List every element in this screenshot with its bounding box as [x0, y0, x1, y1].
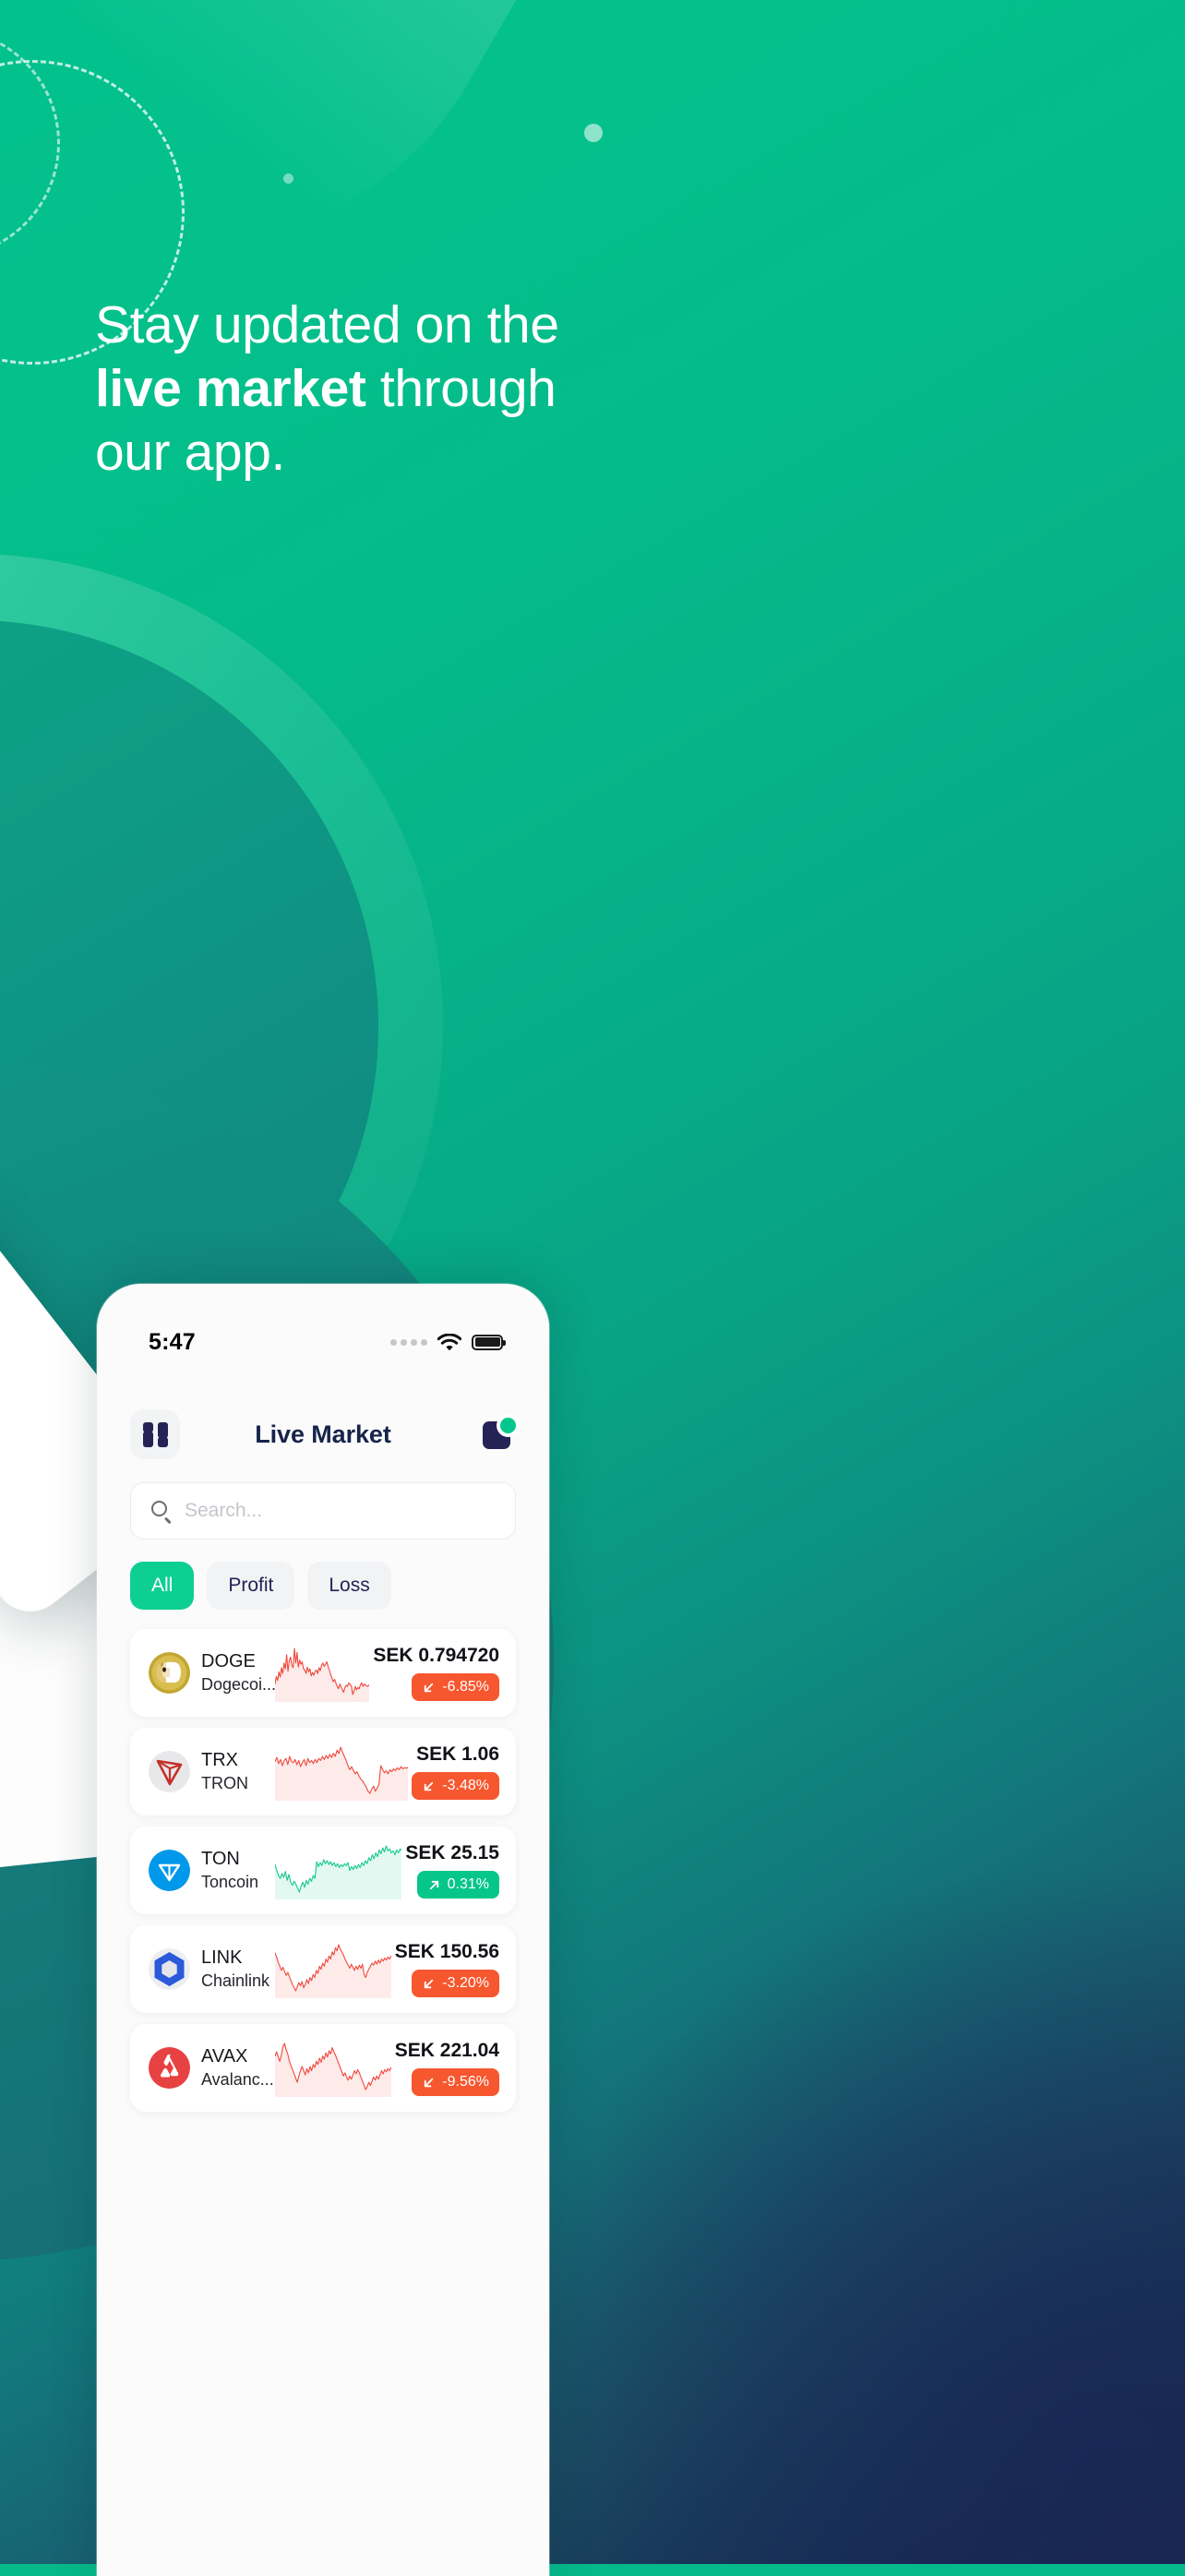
- filter-chip-group: All Profit Loss: [130, 1562, 391, 1610]
- notification-button[interactable]: [466, 1418, 516, 1451]
- search-bar[interactable]: [130, 1482, 516, 1540]
- coin-sparkline-chart: [275, 1645, 370, 1702]
- coin-identity: TON Toncoin: [201, 1849, 273, 1892]
- coin-price: SEK 150.56: [394, 1941, 499, 1962]
- coin-name: Toncoin: [201, 1873, 259, 1891]
- coin-symbol: LINK: [201, 1947, 243, 1968]
- coin-sparkline-chart: [275, 1842, 402, 1899]
- coin-price: SEK 1.06: [416, 1743, 499, 1765]
- decor-circle-outline: [40, 1368, 82, 1410]
- coin-list: DOGE Dogecoi... SEK 0.794720 -6.85% TRX TRON S…: [130, 1629, 516, 2112]
- coin-metrics: SEK 0.794720 -6.85%: [373, 1645, 499, 1701]
- coin-identity: LINK Chainlink: [201, 1947, 273, 1991]
- signal-dots-icon: [390, 1338, 427, 1346]
- coin-symbol: DOGE: [201, 1651, 256, 1671]
- coin-name: Avalanc...: [201, 2070, 274, 2089]
- coin-metrics: SEK 25.15 0.31%: [405, 1842, 499, 1899]
- coin-price: SEK 221.04: [394, 2040, 499, 2061]
- coin-symbol: TRX: [201, 1750, 238, 1770]
- coin-change-value: -3.20%: [442, 1975, 489, 1991]
- coin-row[interactable]: DOGE Dogecoi... SEK 0.794720 -6.85%: [130, 1629, 516, 1717]
- dogecoin-logo: [149, 1652, 190, 1694]
- toncoin-logo: [149, 1850, 190, 1891]
- coin-identity: AVAX Avalanc...: [201, 2046, 274, 2090]
- hero-line-3: our app.: [95, 423, 285, 482]
- coin-price: SEK 25.15: [405, 1842, 499, 1863]
- hero-line-2-rest: through: [365, 359, 557, 418]
- coin-name: Dogecoi...: [201, 1675, 277, 1694]
- coin-change-value: -6.85%: [442, 1679, 489, 1695]
- coin-change-badge: -3.20%: [412, 1970, 499, 1997]
- wifi-icon: [437, 1333, 461, 1350]
- coin-change-badge: -3.48%: [412, 1772, 499, 1800]
- page-title: Live Market: [255, 1420, 391, 1448]
- coin-row[interactable]: AVAX Avalanc... SEK 221.04 -9.56%: [130, 2024, 516, 2112]
- coin-price: SEK 0.794720: [373, 1645, 499, 1666]
- hero-line-2: live market through: [95, 357, 686, 421]
- filter-chip-all[interactable]: All: [130, 1562, 195, 1610]
- coin-row[interactable]: TON Toncoin SEK 25.15 0.31%: [130, 1827, 516, 1914]
- coin-change-badge: -9.56%: [412, 2068, 499, 2096]
- coin-sparkline-chart: [275, 1743, 409, 1801]
- grid-menu-button[interactable]: [130, 1409, 180, 1459]
- hero-headline: Stay updated on the live market through …: [95, 294, 686, 485]
- battery-full-icon: [472, 1334, 506, 1350]
- decor-dot-right: [584, 124, 603, 142]
- coin-symbol: AVAX: [201, 2046, 248, 2067]
- phone-mockup: 5:47 Live Market Search... All Profit Lo…: [97, 1284, 549, 2576]
- search-icon: [151, 1501, 172, 1524]
- grid-menu-icon: [142, 1421, 168, 1447]
- coin-name: TRON: [201, 1774, 248, 1792]
- status-bar: 5:47: [97, 1321, 549, 1363]
- search-input[interactable]: [185, 1500, 495, 1522]
- decor-dot-center: [283, 174, 293, 184]
- coin-change-value: -9.56%: [442, 2074, 489, 2090]
- filter-chip-profit[interactable]: Profit: [207, 1562, 295, 1610]
- coin-metrics: SEK 1.06 -3.48%: [412, 1743, 499, 1800]
- coin-sparkline-chart: [275, 2040, 391, 2097]
- chainlink-logo: [149, 1948, 190, 1990]
- coin-change-value: -3.48%: [442, 1778, 489, 1793]
- coin-change-badge: -6.85%: [412, 1673, 499, 1701]
- coin-name: Chainlink: [201, 1971, 270, 1990]
- status-bar-icons: [390, 1333, 506, 1351]
- coin-sparkline-chart: [275, 1941, 391, 1998]
- notification-badge-icon: [483, 1418, 516, 1451]
- status-bar-time: 5:47: [149, 1328, 196, 1355]
- coin-row[interactable]: TRX TRON SEK 1.06 -3.48%: [130, 1728, 516, 1815]
- hero-line-1: Stay updated on the: [95, 295, 559, 354]
- app-header: Live Market: [97, 1397, 549, 1471]
- avalanche-logo: [149, 2047, 190, 2089]
- coin-identity: TRX TRON: [201, 1750, 273, 1793]
- phone-screen: 5:47 Live Market Search... All Profit Lo…: [97, 1284, 549, 2576]
- tron-logo: [149, 1751, 190, 1792]
- hero-line-2-bold: live market: [95, 359, 366, 418]
- coin-metrics: SEK 150.56 -3.20%: [395, 1941, 499, 1997]
- coin-symbol: TON: [201, 1849, 240, 1869]
- coin-metrics: SEK 221.04 -9.56%: [395, 2040, 499, 2096]
- coin-change-value: 0.31%: [447, 1876, 489, 1892]
- coin-change-badge: 0.31%: [416, 1871, 499, 1899]
- coin-identity: DOGE Dogecoi...: [201, 1651, 277, 1695]
- coin-row[interactable]: LINK Chainlink SEK 150.56 -3.20%: [130, 1925, 516, 2013]
- filter-chip-loss[interactable]: Loss: [307, 1562, 391, 1610]
